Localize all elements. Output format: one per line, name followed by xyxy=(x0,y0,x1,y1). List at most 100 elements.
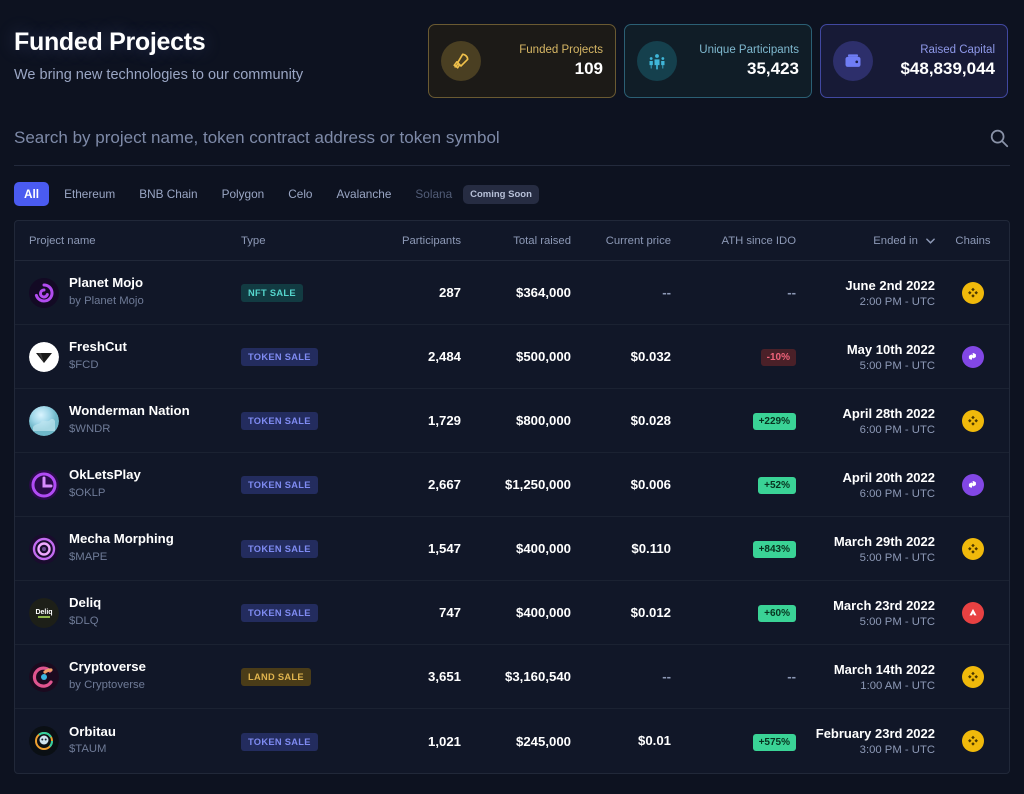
stat-value: 109 xyxy=(574,58,603,78)
column-header-total-raised: Total raised xyxy=(513,234,571,247)
project-subtitle: $OKLP xyxy=(69,486,106,499)
ended-in-cell: April 20th 2022 6:00 PM - UTC xyxy=(796,470,951,500)
participants-value: 1,021 xyxy=(427,733,461,749)
table-row[interactable]: Mecha Morphing $MAPE TOKEN SALE 1,547 $400,0… xyxy=(15,517,1009,581)
end-date: March 29th 2022 xyxy=(833,533,935,549)
current-price: $0.012 xyxy=(630,604,671,620)
bnb-chain-icon[interactable] xyxy=(962,281,984,304)
total-raised-value: $400,000 xyxy=(515,605,571,620)
participants-value: 2,667 xyxy=(427,477,461,492)
polygon-chain-icon[interactable] xyxy=(962,345,984,368)
table-header-row: Project name Type Participants Total rai… xyxy=(15,221,1009,261)
filter-tab-polygon[interactable]: Polygon xyxy=(213,182,274,206)
current-price: $0.006 xyxy=(630,476,671,492)
type-cell: TOKEN SALE xyxy=(241,347,351,366)
end-time: 5:00 PM - UTC xyxy=(859,359,935,372)
current-price: $0.032 xyxy=(630,348,671,364)
type-badge: TOKEN SALE xyxy=(241,732,318,751)
type-cell: LAND SALE xyxy=(241,667,351,686)
people-icon xyxy=(637,41,677,81)
filter-tab-celo[interactable]: Celo xyxy=(279,182,321,206)
participants-value: 1,729 xyxy=(427,413,461,428)
avalanche-chain-icon[interactable] xyxy=(962,601,984,624)
project-cell[interactable]: Deliq Deliq $DLQ xyxy=(29,595,241,629)
polygon-chain-icon[interactable] xyxy=(962,473,984,496)
title-block: Funded Projects We bring new technologie… xyxy=(14,22,303,83)
project-name: Planet Mojo xyxy=(69,275,143,291)
table-body: Planet Mojo by Planet Mojo NFT SALE 287 $364… xyxy=(15,261,1009,773)
project-name: Cryptoverse xyxy=(69,659,146,675)
participants-value: 1,547 xyxy=(427,541,461,556)
bnb-chain-icon[interactable] xyxy=(962,537,984,560)
total-raised-value: $400,000 xyxy=(515,541,571,556)
chain-cell[interactable] xyxy=(951,730,995,752)
chevron-down-icon[interactable] xyxy=(926,235,935,247)
chain-cell[interactable] xyxy=(951,537,995,560)
bnb-chain-icon[interactable] xyxy=(962,730,984,752)
filter-tab-all[interactable]: All xyxy=(14,182,50,206)
table-row[interactable]: Wonderman Nation $WNDR TOKEN SALE 1,729 $800… xyxy=(15,389,1009,453)
page-subtitle: We bring new technologies to our communi… xyxy=(14,67,304,83)
cryptoverse-logo xyxy=(29,661,59,692)
search-input[interactable] xyxy=(14,127,988,148)
project-name: Orbitau xyxy=(69,723,116,739)
page-title: Funded Projects xyxy=(14,28,206,56)
project-cell[interactable]: Orbitau $TAUM xyxy=(29,724,241,758)
ath-badge: +575% xyxy=(752,733,796,751)
table-row[interactable]: Cryptoverse by Cryptoverse LAND SALE 3,651 $… xyxy=(15,645,1009,709)
search-icon[interactable] xyxy=(988,127,1010,149)
bnb-chain-icon[interactable] xyxy=(962,409,984,432)
chain-cell[interactable] xyxy=(951,665,995,688)
project-subtitle: $DLQ xyxy=(69,614,99,627)
chain-cell[interactable] xyxy=(951,345,995,368)
filter-tab-solana: Solana xyxy=(415,187,453,201)
stat-card-unique-participants: Unique Participants 35,423 xyxy=(624,24,812,98)
table-row[interactable]: OkLetsPlay $OKLP TOKEN SALE 2,667 $1,250,000… xyxy=(15,453,1009,517)
bnb-chain-icon[interactable] xyxy=(962,665,984,688)
chain-cell[interactable] xyxy=(951,473,995,496)
project-subtitle: by Cryptoverse xyxy=(69,678,145,691)
project-subtitle: $FCD xyxy=(69,358,99,371)
stat-label: Funded Projects xyxy=(519,43,603,56)
filter-tab-ethereum[interactable]: Ethereum xyxy=(55,182,124,206)
end-date: May 10th 2022 xyxy=(846,341,935,357)
project-cell[interactable]: Wonderman Nation $WNDR xyxy=(29,403,241,437)
filter-tab-bnb-chain[interactable]: BNB Chain xyxy=(130,182,206,206)
total-raised-value: $500,000 xyxy=(515,349,571,364)
end-date: February 23rd 2022 xyxy=(815,726,935,741)
project-cell[interactable]: Mecha Morphing $MAPE xyxy=(29,531,241,565)
chain-cell[interactable] xyxy=(951,281,995,304)
ended-in-cell: April 28th 2022 6:00 PM - UTC xyxy=(796,406,951,436)
end-time: 1:00 AM - UTC xyxy=(860,679,935,692)
ath-badge: +229% xyxy=(752,413,796,430)
chain-cell[interactable] xyxy=(951,409,995,432)
search-bar[interactable] xyxy=(14,110,1010,166)
filter-tab-avalanche[interactable]: Avalanche xyxy=(328,182,401,206)
current-price-cell: -- xyxy=(571,668,671,686)
project-name: FreshCut xyxy=(69,339,127,355)
table-row[interactable]: Orbitau $TAUM TOKEN SALE 1,021 $245,000 $0.01… xyxy=(15,709,1009,773)
project-cell[interactable]: OkLetsPlay $OKLP xyxy=(29,467,241,501)
project-cell[interactable]: FreshCut $FCD xyxy=(29,339,241,373)
ended-in-cell: May 10th 2022 5:00 PM - UTC xyxy=(796,342,951,372)
column-header-current-price: Current price xyxy=(605,234,671,247)
project-cell[interactable]: Cryptoverse by Cryptoverse xyxy=(29,659,241,693)
table-row[interactable]: FreshCut $FCD TOKEN SALE 2,484 $500,000 $0.03… xyxy=(15,325,1009,389)
current-price-cell: $0.032 xyxy=(571,348,671,366)
type-cell: TOKEN SALE xyxy=(241,539,351,558)
current-price-cell: $0.01 xyxy=(571,732,671,750)
project-cell[interactable]: Planet Mojo by Planet Mojo xyxy=(29,275,241,309)
type-cell: NFT SALE xyxy=(241,283,351,302)
type-badge: TOKEN SALE xyxy=(241,412,318,430)
ath-cell: +843% xyxy=(671,539,796,558)
rocket-icon xyxy=(441,41,481,81)
column-header-ended-in[interactable]: Ended in xyxy=(796,235,951,247)
ended-in-cell: March 23rd 2022 5:00 PM - UTC xyxy=(796,598,951,628)
table-row[interactable]: Deliq Deliq $DLQ TOKEN SALE 747 $400,000 $0.01… xyxy=(15,581,1009,645)
table-row[interactable]: Planet Mojo by Planet Mojo NFT SALE 287 $364… xyxy=(15,261,1009,325)
current-price: $0.110 xyxy=(631,540,671,556)
participants-value: 287 xyxy=(438,285,461,300)
chain-cell[interactable] xyxy=(951,601,995,624)
orbitau-logo xyxy=(29,726,59,756)
type-badge: TOKEN SALE xyxy=(241,348,318,366)
